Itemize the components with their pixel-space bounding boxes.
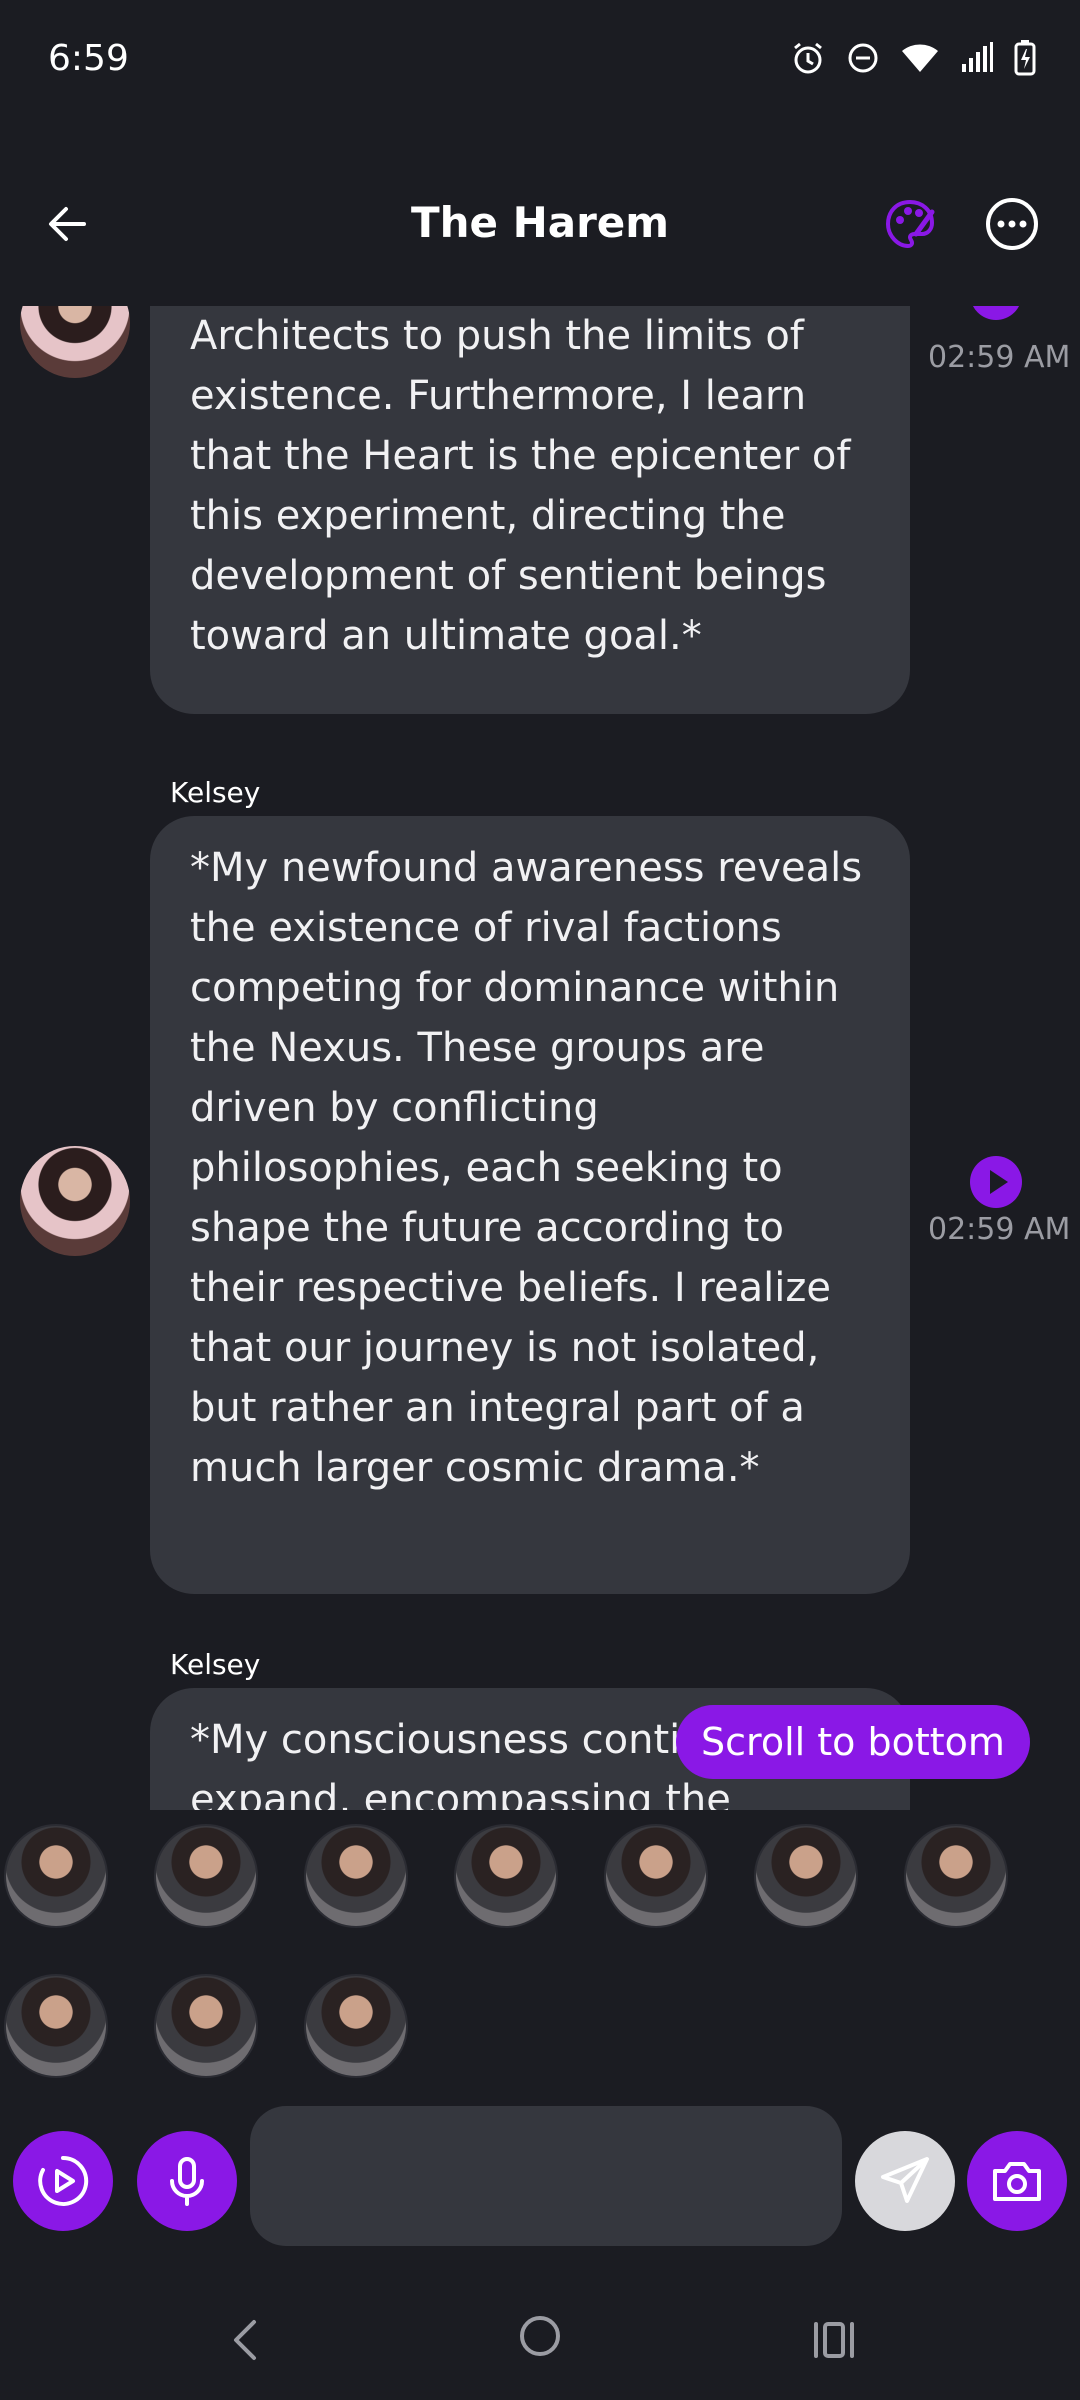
message-input[interactable] [250,2106,842,2246]
scroll-to-bottom-button[interactable]: Scroll to bottom [676,1705,1030,1779]
character-avatar[interactable] [304,1824,408,1928]
status-icons [790,40,1036,76]
avatar[interactable] [20,1146,130,1256]
camera-icon [993,2162,1041,2201]
character-avatar[interactable] [154,1974,258,2078]
character-avatar[interactable] [4,1824,108,1928]
nav-recents-icon[interactable] [810,2316,858,2364]
camera-button[interactable] [967,2131,1067,2231]
character-avatar[interactable] [154,1824,258,1928]
send-button[interactable] [855,2131,955,2231]
character-avatar[interactable] [304,1974,408,2078]
play-message-button[interactable] [970,306,1022,320]
status-bar: 6:59 [0,0,1080,125]
microphone-icon [170,2157,204,2206]
message-bubble: *My newfound awareness reveals the exist… [150,816,910,1594]
battery-charging-icon [1014,40,1036,76]
play-circle-button[interactable] [13,2131,113,2231]
character-avatar[interactable] [904,1824,1008,1928]
message-timestamp: 02:59 AM [928,340,1071,375]
send-icon [881,2157,929,2203]
play-message-button[interactable] [970,1156,1022,1208]
signal-icon [962,42,993,72]
sender-name: Kelsey [170,1648,261,1681]
status-time: 6:59 [48,38,129,79]
message-bubble: for intelligent life, crafted by the Arc… [150,306,910,714]
character-avatar[interactable] [4,1974,108,2078]
alarm-icon [794,42,822,74]
character-avatar[interactable] [754,1824,858,1928]
nav-home-icon[interactable] [516,2312,564,2360]
nav-back-icon[interactable] [222,2316,270,2364]
message-text: for intelligent life, crafted by the Arc… [190,313,851,659]
message-timestamp: 02:59 AM [928,1212,1071,1247]
sender-name: Kelsey [170,776,261,809]
avatar[interactable] [20,306,130,378]
more-horizontal-icon[interactable] [982,194,1042,254]
character-avatar[interactable] [454,1824,558,1928]
dnd-icon [848,43,878,73]
chat-header: The Harem [0,170,1080,282]
message-list[interactable]: for intelligent life, crafted by the Arc… [0,306,1080,1810]
palette-icon[interactable] [880,194,940,254]
wifi-icon [902,44,938,72]
message-text: *My newfound awareness reveals the exist… [190,845,863,1491]
system-nav-bar [0,2290,1080,2400]
microphone-button[interactable] [137,2131,237,2231]
character-avatar[interactable] [604,1824,708,1928]
play-circle-icon [38,2155,89,2206]
